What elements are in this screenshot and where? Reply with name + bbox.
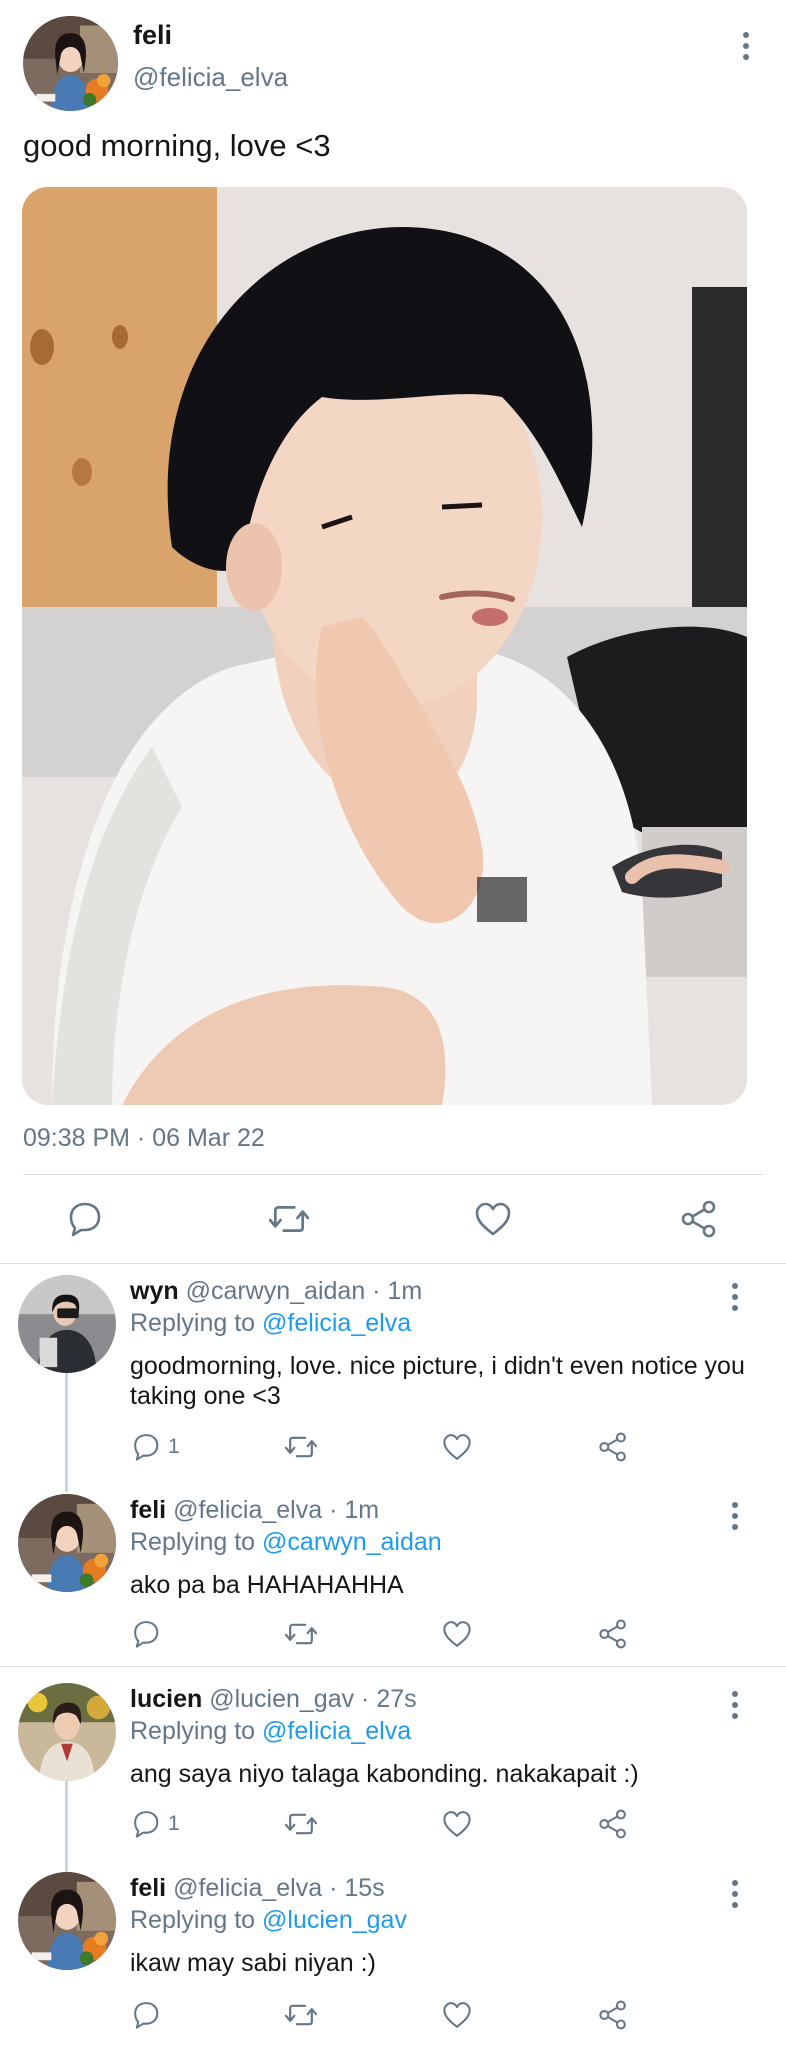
avatar[interactable] (18, 1872, 116, 1970)
author-meta: @carwyn_aidan · 1m (185, 1277, 423, 1305)
tweet-actions (0, 1190, 786, 1250)
comment-icon (134, 2002, 159, 2029)
kebab-icon[interactable] (725, 1496, 745, 1536)
comment-icon (134, 1434, 159, 1461)
reply-text: ang saya niyo talaga kabonding. nakakapa… (130, 1760, 639, 1788)
replying-to-link[interactable]: @felicia_elva (262, 1309, 411, 1337)
retweet-icon (285, 2004, 317, 2026)
like-button[interactable] (474, 1200, 512, 1238)
share-icon (599, 1809, 626, 1839)
author-name[interactable]: lucien (130, 1685, 202, 1713)
share-icon (599, 2000, 626, 2030)
retweet-icon (285, 1623, 317, 1645)
tweet-timestamp: 09:38 PM · 06 Mar 22 (23, 1124, 265, 1152)
author-handle[interactable]: @felicia_elva (133, 62, 288, 93)
like-button[interactable] (442, 1619, 472, 1649)
retweet-button[interactable] (285, 2000, 317, 2030)
share-icon (599, 1432, 626, 1462)
kebab-icon[interactable] (725, 1277, 745, 1317)
avatar[interactable] (18, 1494, 116, 1592)
kebab-icon[interactable] (736, 26, 756, 66)
replying-to: Replying to @carwyn_aidan (130, 1528, 442, 1557)
author-meta: @lucien_gav · 27s (209, 1685, 417, 1713)
divider (0, 1263, 786, 1264)
author-meta: @felicia_elva · 1m (173, 1496, 380, 1524)
reply-header: wyn @carwyn_aidan · 1m (130, 1277, 422, 1306)
share-button[interactable] (598, 1809, 628, 1839)
heart-icon (475, 1202, 511, 1236)
like-button[interactable] (442, 1809, 472, 1839)
tweet-photo[interactable] (22, 187, 747, 1105)
share-button[interactable] (680, 1200, 718, 1238)
kebab-icon[interactable] (725, 1874, 745, 1914)
heart-icon (443, 2002, 471, 2028)
share-icon (599, 1619, 626, 1649)
kebab-icon[interactable] (725, 1685, 745, 1725)
reply-count: 1 (168, 1435, 180, 1458)
reply-header: lucien @lucien_gav · 27s (130, 1685, 417, 1714)
share-button[interactable] (598, 1619, 628, 1649)
replying-to-link[interactable]: @lucien_gav (262, 1906, 407, 1934)
tweet-text: good morning, love <3 (23, 128, 331, 163)
reply-tweet[interactable]: feli @felicia_elva · 1m Replying to @car… (0, 1484, 786, 1664)
share-button[interactable] (598, 2000, 628, 2030)
retweet-button[interactable] (285, 1432, 317, 1462)
author-name[interactable]: feli (130, 1496, 166, 1524)
reply-tweet[interactable]: wyn @carwyn_aidan · 1m Replying to @feli… (0, 1265, 786, 1465)
like-button[interactable] (442, 1432, 472, 1462)
reply-text: ako pa ba HAHAHAHHA (130, 1571, 404, 1599)
retweet-button[interactable] (285, 1809, 317, 1839)
heart-icon (443, 1621, 471, 1647)
reply-button[interactable]: 1 (132, 1809, 180, 1839)
reply-tweet[interactable]: feli @felicia_elva · 15s Replying to @lu… (0, 1862, 786, 2048)
retweet-icon (285, 1436, 317, 1458)
comment-icon (69, 1202, 101, 1237)
reply-button[interactable] (132, 1619, 168, 1649)
replying-label: Replying to (130, 1906, 256, 1934)
reply-button[interactable] (67, 1200, 105, 1238)
comment-icon (134, 1621, 159, 1648)
replying-label: Replying to (130, 1309, 256, 1337)
retweet-icon (269, 1206, 309, 1232)
reply-count: 1 (168, 1812, 180, 1835)
share-button[interactable] (598, 1432, 628, 1462)
retweet-icon (285, 1813, 317, 1835)
replying-to-link[interactable]: @carwyn_aidan (262, 1528, 442, 1556)
retweet-button[interactable] (285, 1619, 317, 1649)
replying-to: Replying to @lucien_gav (130, 1906, 407, 1935)
share-icon (681, 1200, 716, 1238)
divider (0, 1666, 786, 1667)
reply-header: feli @felicia_elva · 15s (130, 1874, 385, 1903)
comment-icon (134, 1811, 159, 1838)
author-meta: @felicia_elva · 15s (173, 1874, 385, 1902)
replying-label: Replying to (130, 1717, 256, 1745)
heart-icon (443, 1434, 471, 1460)
reply-button[interactable] (132, 2000, 168, 2030)
replying-to: Replying to @felicia_elva (130, 1717, 411, 1746)
reply-tweet[interactable]: lucien @lucien_gav · 27s Replying to @fe… (0, 1673, 786, 1863)
author-name[interactable]: feli (130, 1874, 166, 1902)
retweet-button[interactable] (269, 1200, 309, 1238)
reply-text: goodmorning, love. nice picture, i didn'… (130, 1352, 745, 1410)
replying-label: Replying to (130, 1528, 256, 1556)
reply-text: ikaw may sabi niyan :) (130, 1949, 376, 1977)
reply-button[interactable]: 1 (132, 1432, 180, 1462)
divider (23, 1174, 763, 1175)
like-button[interactable] (442, 2000, 472, 2030)
replying-to: Replying to @felicia_elva (130, 1309, 411, 1338)
avatar[interactable] (23, 16, 118, 111)
avatar[interactable] (18, 1683, 116, 1781)
reply-header: feli @felicia_elva · 1m (130, 1496, 379, 1525)
avatar[interactable] (18, 1275, 116, 1373)
heart-icon (443, 1811, 471, 1837)
author-name[interactable]: wyn (130, 1277, 179, 1305)
author-name[interactable]: feli (133, 20, 172, 51)
replying-to-link[interactable]: @felicia_elva (262, 1717, 411, 1745)
